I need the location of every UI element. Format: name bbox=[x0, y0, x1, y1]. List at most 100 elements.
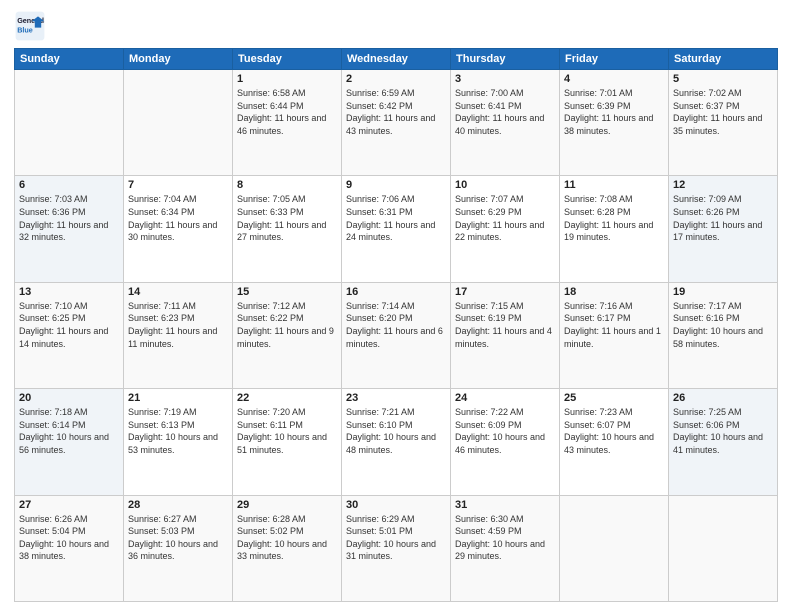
day-number: 11 bbox=[564, 179, 664, 191]
day-number: 5 bbox=[673, 73, 773, 85]
day-number: 14 bbox=[128, 286, 228, 298]
weekday-header-monday: Monday bbox=[124, 49, 233, 70]
page-header: General Blue bbox=[14, 10, 778, 42]
day-number: 12 bbox=[673, 179, 773, 191]
calendar-cell: 2 Sunrise: 6:59 AM Sunset: 6:42 PM Daylig… bbox=[342, 70, 451, 176]
day-number: 22 bbox=[237, 392, 337, 404]
calendar-cell: 25 Sunrise: 7:23 AM Sunset: 6:07 PM Dayli… bbox=[560, 389, 669, 495]
calendar-week-2: 13Sunrise: 7:10 AM Sunset: 6:25 PM Dayli… bbox=[15, 282, 778, 388]
calendar-cell: 14 Sunrise: 7:11 AM Sunset: 6:23 PM Dayli… bbox=[124, 282, 233, 388]
calendar-cell bbox=[560, 495, 669, 601]
day-number: 25 bbox=[564, 392, 664, 404]
calendar-cell: 16Sunrise: 7:14 AM Sunset: 6:20 PM Dayli… bbox=[342, 282, 451, 388]
calendar-cell: 9Sunrise: 7:06 AM Sunset: 6:31 PM Daylig… bbox=[342, 176, 451, 282]
day-info: Sunrise: 7:08 AM Sunset: 6:28 PM Dayligh… bbox=[564, 193, 664, 243]
day-info: Sunrise: 7:19 AM Sunset: 6:13 PM Dayligh… bbox=[128, 406, 228, 456]
calendar-cell: 8 Sunrise: 7:05 AM Sunset: 6:33 PM Daylig… bbox=[233, 176, 342, 282]
calendar-body: 1 Sunrise: 6:58 AM Sunset: 6:44 PM Daylig… bbox=[15, 70, 778, 602]
calendar-cell: 11 Sunrise: 7:08 AM Sunset: 6:28 PM Dayli… bbox=[560, 176, 669, 282]
day-info: Sunrise: 7:25 AM Sunset: 6:06 PM Dayligh… bbox=[673, 406, 773, 456]
day-info: Sunrise: 6:30 AM Sunset: 4:59 PM Dayligh… bbox=[455, 513, 555, 563]
calendar-week-0: 1 Sunrise: 6:58 AM Sunset: 6:44 PM Daylig… bbox=[15, 70, 778, 176]
day-number: 15 bbox=[237, 286, 337, 298]
calendar-cell: 31 Sunrise: 6:30 AM Sunset: 4:59 PM Dayli… bbox=[451, 495, 560, 601]
day-number: 17 bbox=[455, 286, 555, 298]
day-info: Sunrise: 7:12 AM Sunset: 6:22 PM Dayligh… bbox=[237, 300, 337, 350]
calendar-cell: 23Sunrise: 7:21 AM Sunset: 6:10 PM Dayli… bbox=[342, 389, 451, 495]
calendar-cell: 28 Sunrise: 6:27 AM Sunset: 5:03 PM Dayli… bbox=[124, 495, 233, 601]
day-info: Sunrise: 7:15 AM Sunset: 6:19 PM Dayligh… bbox=[455, 300, 555, 350]
calendar-cell: 24 Sunrise: 7:22 AM Sunset: 6:09 PM Dayli… bbox=[451, 389, 560, 495]
calendar-cell: 3 Sunrise: 7:00 AM Sunset: 6:41 PM Daylig… bbox=[451, 70, 560, 176]
day-number: 6 bbox=[19, 179, 119, 191]
day-number: 18 bbox=[564, 286, 664, 298]
day-number: 26 bbox=[673, 392, 773, 404]
day-number: 27 bbox=[19, 499, 119, 511]
day-number: 16 bbox=[346, 286, 446, 298]
day-info: Sunrise: 6:59 AM Sunset: 6:42 PM Dayligh… bbox=[346, 87, 446, 137]
calendar-cell: 30Sunrise: 6:29 AM Sunset: 5:01 PM Dayli… bbox=[342, 495, 451, 601]
calendar-cell: 22 Sunrise: 7:20 AM Sunset: 6:11 PM Dayli… bbox=[233, 389, 342, 495]
day-info: Sunrise: 7:02 AM Sunset: 6:37 PM Dayligh… bbox=[673, 87, 773, 137]
calendar-cell bbox=[669, 495, 778, 601]
day-number: 1 bbox=[237, 73, 337, 85]
day-number: 8 bbox=[237, 179, 337, 191]
day-info: Sunrise: 7:00 AM Sunset: 6:41 PM Dayligh… bbox=[455, 87, 555, 137]
day-number: 31 bbox=[455, 499, 555, 511]
day-info: Sunrise: 6:29 AM Sunset: 5:01 PM Dayligh… bbox=[346, 513, 446, 563]
day-number: 3 bbox=[455, 73, 555, 85]
day-info: Sunrise: 6:58 AM Sunset: 6:44 PM Dayligh… bbox=[237, 87, 337, 137]
day-info: Sunrise: 7:22 AM Sunset: 6:09 PM Dayligh… bbox=[455, 406, 555, 456]
calendar-cell: 1 Sunrise: 6:58 AM Sunset: 6:44 PM Daylig… bbox=[233, 70, 342, 176]
calendar-cell: 5 Sunrise: 7:02 AM Sunset: 6:37 PM Daylig… bbox=[669, 70, 778, 176]
day-info: Sunrise: 7:04 AM Sunset: 6:34 PM Dayligh… bbox=[128, 193, 228, 243]
weekday-header-saturday: Saturday bbox=[669, 49, 778, 70]
calendar-cell bbox=[124, 70, 233, 176]
calendar-header: SundayMondayTuesdayWednesdayThursdayFrid… bbox=[15, 49, 778, 70]
calendar-cell: 20Sunrise: 7:18 AM Sunset: 6:14 PM Dayli… bbox=[15, 389, 124, 495]
day-info: Sunrise: 7:10 AM Sunset: 6:25 PM Dayligh… bbox=[19, 300, 119, 350]
day-number: 20 bbox=[19, 392, 119, 404]
calendar-cell: 6Sunrise: 7:03 AM Sunset: 6:36 PM Daylig… bbox=[15, 176, 124, 282]
calendar-cell: 13Sunrise: 7:10 AM Sunset: 6:25 PM Dayli… bbox=[15, 282, 124, 388]
calendar-cell: 27 Sunrise: 6:26 AM Sunset: 5:04 PM Dayli… bbox=[15, 495, 124, 601]
day-info: Sunrise: 7:17 AM Sunset: 6:16 PM Dayligh… bbox=[673, 300, 773, 350]
day-number: 23 bbox=[346, 392, 446, 404]
calendar-cell: 10Sunrise: 7:07 AM Sunset: 6:29 PM Dayli… bbox=[451, 176, 560, 282]
day-number: 4 bbox=[564, 73, 664, 85]
day-number: 21 bbox=[128, 392, 228, 404]
calendar-table: SundayMondayTuesdayWednesdayThursdayFrid… bbox=[14, 48, 778, 602]
day-number: 29 bbox=[237, 499, 337, 511]
day-number: 24 bbox=[455, 392, 555, 404]
weekday-header-tuesday: Tuesday bbox=[233, 49, 342, 70]
weekday-header-friday: Friday bbox=[560, 49, 669, 70]
logo-icon: General Blue bbox=[14, 10, 46, 42]
weekday-header-sunday: Sunday bbox=[15, 49, 124, 70]
weekday-header-wednesday: Wednesday bbox=[342, 49, 451, 70]
calendar-cell: 17 Sunrise: 7:15 AM Sunset: 6:19 PM Dayli… bbox=[451, 282, 560, 388]
weekday-row: SundayMondayTuesdayWednesdayThursdayFrid… bbox=[15, 49, 778, 70]
calendar-cell: 26 Sunrise: 7:25 AM Sunset: 6:06 PM Dayli… bbox=[669, 389, 778, 495]
day-info: Sunrise: 7:23 AM Sunset: 6:07 PM Dayligh… bbox=[564, 406, 664, 456]
day-number: 2 bbox=[346, 73, 446, 85]
day-info: Sunrise: 7:16 AM Sunset: 6:17 PM Dayligh… bbox=[564, 300, 664, 350]
day-info: Sunrise: 6:26 AM Sunset: 5:04 PM Dayligh… bbox=[19, 513, 119, 563]
day-info: Sunrise: 6:27 AM Sunset: 5:03 PM Dayligh… bbox=[128, 513, 228, 563]
day-info: Sunrise: 7:11 AM Sunset: 6:23 PM Dayligh… bbox=[128, 300, 228, 350]
calendar-cell bbox=[15, 70, 124, 176]
calendar-cell: 19 Sunrise: 7:17 AM Sunset: 6:16 PM Dayli… bbox=[669, 282, 778, 388]
day-number: 19 bbox=[673, 286, 773, 298]
day-info: Sunrise: 7:20 AM Sunset: 6:11 PM Dayligh… bbox=[237, 406, 337, 456]
calendar-cell: 7 Sunrise: 7:04 AM Sunset: 6:34 PM Daylig… bbox=[124, 176, 233, 282]
calendar-cell: 12Sunrise: 7:09 AM Sunset: 6:26 PM Dayli… bbox=[669, 176, 778, 282]
calendar-week-4: 27 Sunrise: 6:26 AM Sunset: 5:04 PM Dayli… bbox=[15, 495, 778, 601]
day-info: Sunrise: 7:05 AM Sunset: 6:33 PM Dayligh… bbox=[237, 193, 337, 243]
day-number: 7 bbox=[128, 179, 228, 191]
svg-text:Blue: Blue bbox=[17, 25, 33, 34]
calendar-cell: 15 Sunrise: 7:12 AM Sunset: 6:22 PM Dayli… bbox=[233, 282, 342, 388]
calendar-cell: 18 Sunrise: 7:16 AM Sunset: 6:17 PM Dayli… bbox=[560, 282, 669, 388]
weekday-header-thursday: Thursday bbox=[451, 49, 560, 70]
day-number: 28 bbox=[128, 499, 228, 511]
day-number: 9 bbox=[346, 179, 446, 191]
day-info: Sunrise: 7:01 AM Sunset: 6:39 PM Dayligh… bbox=[564, 87, 664, 137]
